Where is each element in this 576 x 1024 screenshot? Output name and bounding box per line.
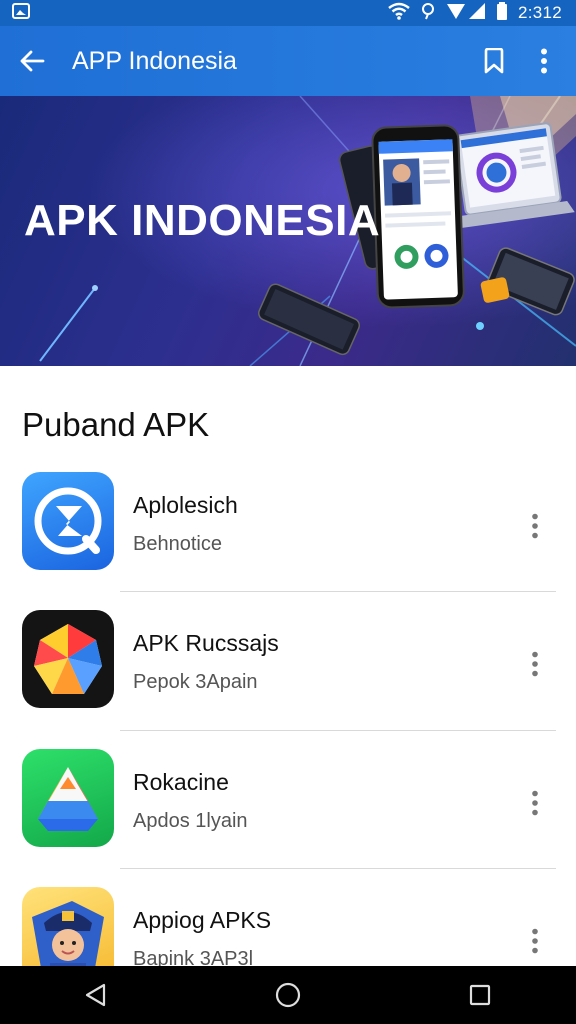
app-subtitle: Pepok 3Apain: [133, 671, 258, 693]
alarm-icon: [420, 2, 436, 25]
app-list-card: Puband APK Aplolesich Behnotice APK Rucs…: [0, 366, 576, 985]
more-vert-icon[interactable]: [520, 783, 550, 823]
app-name: Appiog APKS: [133, 907, 272, 933]
list-item[interactable]: APK Rucssajs Pepok 3Apain: [0, 574, 576, 712]
list-item[interactable]: Rokacine Apdos 1lyain: [0, 713, 576, 851]
home-circle-icon[interactable]: [264, 971, 312, 1019]
app-name: APK Rucssajs: [133, 630, 279, 656]
image-icon: [12, 2, 30, 24]
banner-title: APK INDONESIA: [24, 196, 381, 245]
wifi-icon: [388, 2, 410, 25]
signal-icon: [446, 2, 486, 25]
drive-triangle-app-icon: [22, 749, 114, 847]
app-subtitle: Behnotice: [133, 533, 222, 555]
more-vert-icon[interactable]: [520, 506, 550, 546]
battery-icon: [496, 1, 508, 25]
list-item[interactable]: Aplolesich Behnotice: [0, 436, 576, 574]
back-arrow-icon[interactable]: [16, 45, 48, 77]
system-nav-bar: [0, 966, 576, 1024]
compass-app-icon: [22, 472, 114, 570]
more-vert-icon[interactable]: [520, 644, 550, 684]
app-name: Rokacine: [133, 769, 229, 795]
bookmark-icon[interactable]: [476, 43, 512, 79]
more-vert-icon[interactable]: [526, 43, 562, 79]
app-name: Aplolesich: [133, 492, 238, 518]
app-subtitle: Apdos 1lyain: [133, 810, 248, 832]
more-vert-icon[interactable]: [520, 921, 550, 961]
colorful-polygon-app-icon: [22, 610, 114, 708]
app-bar: APP Indonesia: [0, 26, 576, 96]
recents-square-icon[interactable]: [456, 971, 504, 1019]
page-title: APP Indonesia: [72, 46, 237, 75]
back-triangle-icon[interactable]: [72, 971, 120, 1019]
status-time: 2:312: [517, 3, 562, 22]
hero-banner: APK INDONESIA: [0, 96, 576, 366]
status-bar: 2:312: [0, 0, 576, 26]
